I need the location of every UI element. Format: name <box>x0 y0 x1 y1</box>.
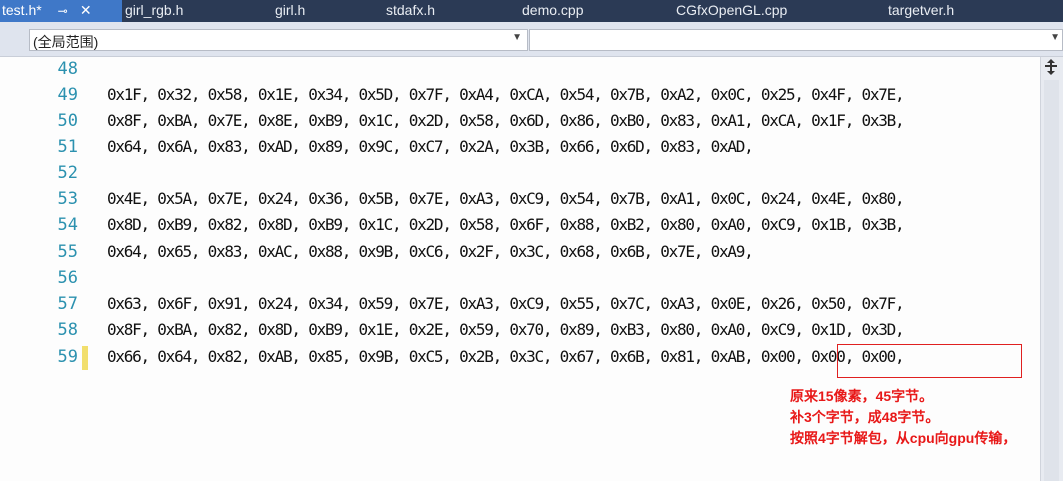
line-number: 53 <box>57 189 78 209</box>
change-marker <box>82 346 88 370</box>
line-code[interactable]: 0x64, 0x6A, 0x83, 0xAD, 0x89, 0x9C, 0xC7… <box>107 137 754 156</box>
annotation-line: 原来15像素，45字节。 <box>790 388 934 404</box>
line-code[interactable]: 0x1F, 0x32, 0x58, 0x1E, 0x34, 0x5D, 0x7F… <box>107 85 905 104</box>
line-number: 58 <box>57 320 78 340</box>
tab-label: stdafx.h <box>386 2 436 18</box>
line-number: 48 <box>57 59 78 79</box>
close-icon[interactable]: ✕ <box>78 0 94 21</box>
annotation-note: 原来15像素，45字节。 补3个字节，成48字节。 按照4字节解包，从cpu向g… <box>790 386 1016 449</box>
line-code[interactable]: 0x66, 0x64, 0x82, 0xAB, 0x85, 0x9B, 0xC5… <box>107 347 905 366</box>
line-number: 56 <box>57 268 78 288</box>
line-number: 54 <box>57 215 78 235</box>
chevron-down-icon[interactable]: ▼ <box>1050 32 1060 43</box>
tab-label: girl.h <box>275 2 306 18</box>
split-handle-icon[interactable] <box>1043 58 1059 81</box>
tab-label: targetver.h <box>888 2 955 18</box>
tab-girl-h[interactable]: girl.h <box>275 0 305 22</box>
tab-test-h[interactable]: test.h* ⊸ ✕ <box>0 0 122 22</box>
line-code[interactable]: 0x63, 0x6F, 0x91, 0x24, 0x34, 0x59, 0x7E… <box>107 294 905 313</box>
tab-targetver-h[interactable]: targetver.h <box>888 0 954 22</box>
tab-cgfxopengl-cpp[interactable]: CGfxOpenGL.cpp <box>676 0 787 22</box>
tab-girl-rgb-h[interactable]: girl_rgb.h <box>125 0 183 22</box>
annotation-line: 补3个字节，成48字节。 <box>790 409 940 425</box>
tab-label: test.h* <box>2 2 42 18</box>
scrollbar-track[interactable] <box>1044 80 1059 481</box>
chevron-down-icon[interactable]: ▼ <box>512 32 522 43</box>
pin-icon[interactable]: ⊸ <box>54 1 72 22</box>
line-number: 57 <box>57 294 78 314</box>
line-number: 51 <box>57 137 78 157</box>
tab-stdafx-h[interactable]: stdafx.h <box>386 0 435 22</box>
line-number: 55 <box>57 242 78 262</box>
line-code[interactable]: 0x8F, 0xBA, 0x82, 0x8D, 0xB9, 0x1E, 0x2E… <box>107 320 905 339</box>
line-code[interactable]: 0x8F, 0xBA, 0x7E, 0x8E, 0xB9, 0x1C, 0x2D… <box>107 111 905 130</box>
document-tab-strip: test.h* ⊸ ✕ girl_rgb.h girl.h stdafx.h dem… <box>0 0 1063 22</box>
line-number: 49 <box>57 85 78 105</box>
line-number: 59 <box>57 347 78 367</box>
line-number: 52 <box>57 163 78 183</box>
padding-highlight-box <box>837 344 1022 378</box>
line-code[interactable]: 0x8D, 0xB9, 0x82, 0x8D, 0xB9, 0x1C, 0x2D… <box>107 215 905 234</box>
tab-label: CGfxOpenGL.cpp <box>676 2 788 18</box>
line-number: 50 <box>57 111 78 131</box>
scope-dropdown[interactable]: (全局范围) ▼ <box>29 29 528 51</box>
navigation-bar: (全局范围) ▼ ▼ <box>0 22 1063 57</box>
member-dropdown[interactable]: ▼ <box>529 29 1063 51</box>
tab-label: demo.cpp <box>522 2 584 18</box>
tab-label: girl_rgb.h <box>125 2 184 18</box>
scope-value: (全局范围) <box>33 34 99 50</box>
line-code[interactable]: 0x4E, 0x5A, 0x7E, 0x24, 0x36, 0x5B, 0x7E… <box>107 189 905 208</box>
tab-demo-cpp[interactable]: demo.cpp <box>522 0 583 22</box>
line-code[interactable]: 0x64, 0x65, 0x83, 0xAC, 0x88, 0x9B, 0xC6… <box>107 242 754 261</box>
annotation-line: 按照4字节解包，从cpu向gpu传输， <box>790 430 1017 446</box>
